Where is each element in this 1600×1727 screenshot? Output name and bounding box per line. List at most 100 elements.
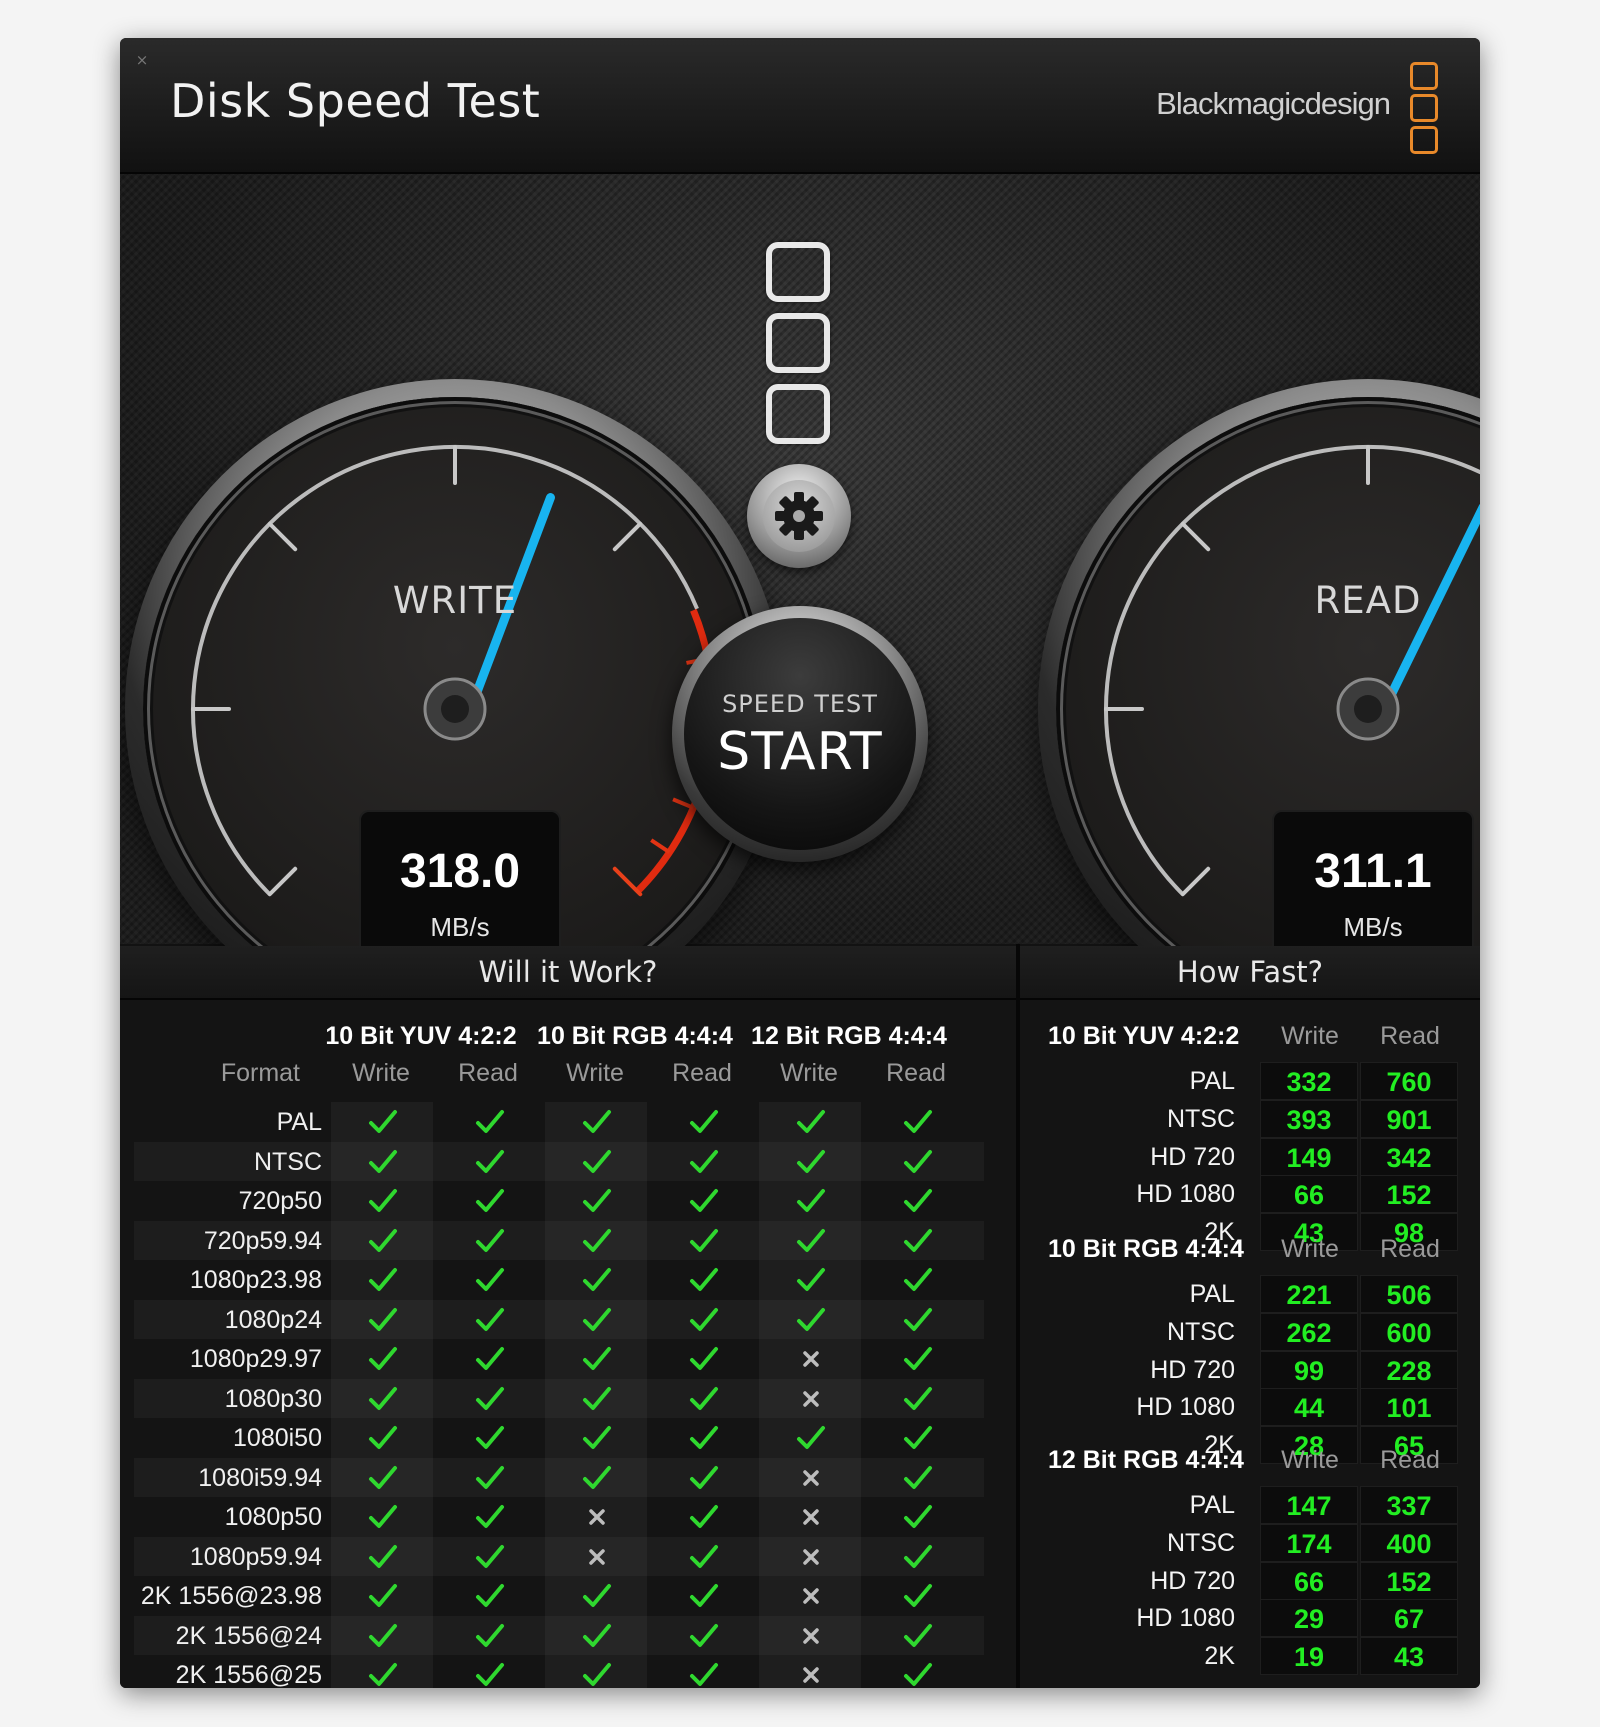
compat-cell: [438, 1497, 540, 1537]
check-icon: [904, 1623, 932, 1647]
compat-cell: [438, 1537, 540, 1577]
speed-row: PAL 332 760: [1020, 1062, 1480, 1100]
format-label: 1080p23.98: [189, 1266, 322, 1294]
column-header-write: Write: [566, 1059, 624, 1087]
start-button[interactable]: SPEED TEST START: [672, 606, 928, 862]
compat-cell: [866, 1181, 968, 1221]
table-row: 1080p30: [134, 1378, 984, 1419]
cross-icon: [803, 1627, 819, 1644]
format-label: 1080i50: [233, 1424, 322, 1452]
check-icon: [476, 1149, 504, 1173]
resolution-label: NTSC: [1166, 1104, 1235, 1133]
check-icon: [476, 1544, 504, 1568]
check-icon: [583, 1386, 611, 1410]
gauge-hub-center: [441, 695, 469, 723]
read-speed-unit: MB/s: [1343, 912, 1403, 942]
compat-cell: [759, 1615, 861, 1655]
compat-cell: [545, 1141, 647, 1181]
speed-row: NTSC 393 901: [1020, 1099, 1480, 1138]
start-button-label: START: [717, 722, 883, 782]
check-icon: [369, 1268, 397, 1291]
check-icon: [904, 1386, 932, 1410]
check-icon: [476, 1347, 504, 1370]
check-icon: [369, 1623, 397, 1647]
compat-cell: [759, 1497, 861, 1537]
compat-cell: [331, 1299, 433, 1339]
title-bar: × Disk Speed Test Blackmagicdesign: [120, 38, 1480, 174]
format-label: PAL: [276, 1108, 322, 1136]
check-icon: [476, 1189, 504, 1212]
speed-group-title: 10 Bit YUV 4:2:2: [1048, 1022, 1240, 1050]
table-row: PAL: [134, 1102, 984, 1142]
write-fps-value: 19: [1260, 1637, 1358, 1676]
resolution-label: PAL: [1189, 1491, 1235, 1519]
table-row: 1080p29.97: [134, 1339, 984, 1379]
check-icon: [369, 1663, 397, 1686]
compat-cell: [866, 1537, 968, 1577]
write-fps-value: 393: [1260, 1099, 1358, 1138]
read-fps-value: 152: [1360, 1561, 1458, 1600]
speed-group-title: 10 Bit RGB 4:4:4: [1048, 1235, 1244, 1263]
write-gauge-label: WRITE: [392, 579, 518, 622]
speed-row: HD 1080 44 101: [1020, 1388, 1480, 1427]
check-icon: [476, 1110, 504, 1133]
write-fps-value: 262: [1260, 1312, 1358, 1351]
how-fast-panel: 10 Bit YUV 4:2:2 Write Read PAL 332 760 NTSC 39…: [1020, 1000, 1480, 1688]
read-fps-value: 337: [1360, 1486, 1458, 1524]
gauge-redline-tick: [650, 838, 671, 855]
compat-cell: [331, 1418, 433, 1458]
read-fps-value: 760: [1360, 1062, 1458, 1100]
write-speed-value: 318.0: [399, 845, 521, 898]
compat-cell: [759, 1181, 861, 1221]
format-label: 1080p29.97: [189, 1345, 322, 1373]
resolution-label: HD 1080: [1136, 1393, 1235, 1422]
speed-row: HD 1080 29 67: [1020, 1599, 1480, 1638]
compat-cell: [331, 1378, 433, 1418]
compat-cell: [652, 1458, 754, 1498]
resolution-label: 2K: [1204, 1642, 1235, 1671]
column-header-read: Read: [458, 1059, 518, 1087]
check-icon: [904, 1663, 932, 1686]
column-header-read: Read: [886, 1059, 946, 1087]
speed-row: HD 1080 66 152: [1020, 1175, 1480, 1214]
gear-icon: [775, 492, 823, 540]
check-icon: [797, 1307, 825, 1331]
compat-cell: [866, 1102, 968, 1142]
cross-icon: [803, 1351, 819, 1367]
group-title-rgb444-10: 10 Bit RGB 4:4:4: [537, 1022, 733, 1050]
resolution-label: HD 720: [1150, 1566, 1235, 1595]
check-icon: [369, 1189, 397, 1212]
check-icon: [904, 1110, 932, 1133]
compat-cell: [438, 1221, 540, 1261]
check-icon: [797, 1189, 825, 1212]
compat-cell: [331, 1457, 433, 1497]
check-icon: [904, 1426, 932, 1449]
read-gauge-label: READ: [1314, 579, 1422, 622]
compat-cell: [759, 1260, 861, 1300]
check-icon: [904, 1149, 932, 1173]
compat-cell: [331, 1339, 433, 1379]
write-column-header: Write: [1281, 1235, 1339, 1263]
speed-group-title: 12 Bit RGB 4:4:4: [1048, 1446, 1244, 1474]
check-icon: [690, 1584, 718, 1607]
compat-cell: [438, 1181, 540, 1221]
close-button[interactable]: ×: [134, 52, 150, 68]
compat-cell: [652, 1418, 754, 1458]
check-icon: [904, 1228, 932, 1252]
compat-cell: [759, 1141, 861, 1181]
brand-name: Blackmagicdesign: [1156, 86, 1391, 121]
check-icon: [476, 1386, 504, 1410]
compat-cell: [331, 1576, 433, 1616]
settings-button[interactable]: [747, 464, 851, 568]
read-gauge: READ 311.1 MB/s: [1038, 379, 1480, 1039]
compat-cell: [545, 1102, 647, 1142]
compat-cell: [331, 1181, 433, 1221]
read-fps-value: 506: [1360, 1275, 1458, 1313]
compat-cell: [866, 1655, 968, 1688]
compat-cell: [438, 1379, 540, 1419]
column-header-write: Write: [780, 1059, 838, 1087]
resolution-label: HD 1080: [1136, 1180, 1235, 1209]
check-icon: [690, 1228, 718, 1252]
check-icon: [476, 1505, 504, 1528]
compat-cell: [652, 1655, 754, 1688]
